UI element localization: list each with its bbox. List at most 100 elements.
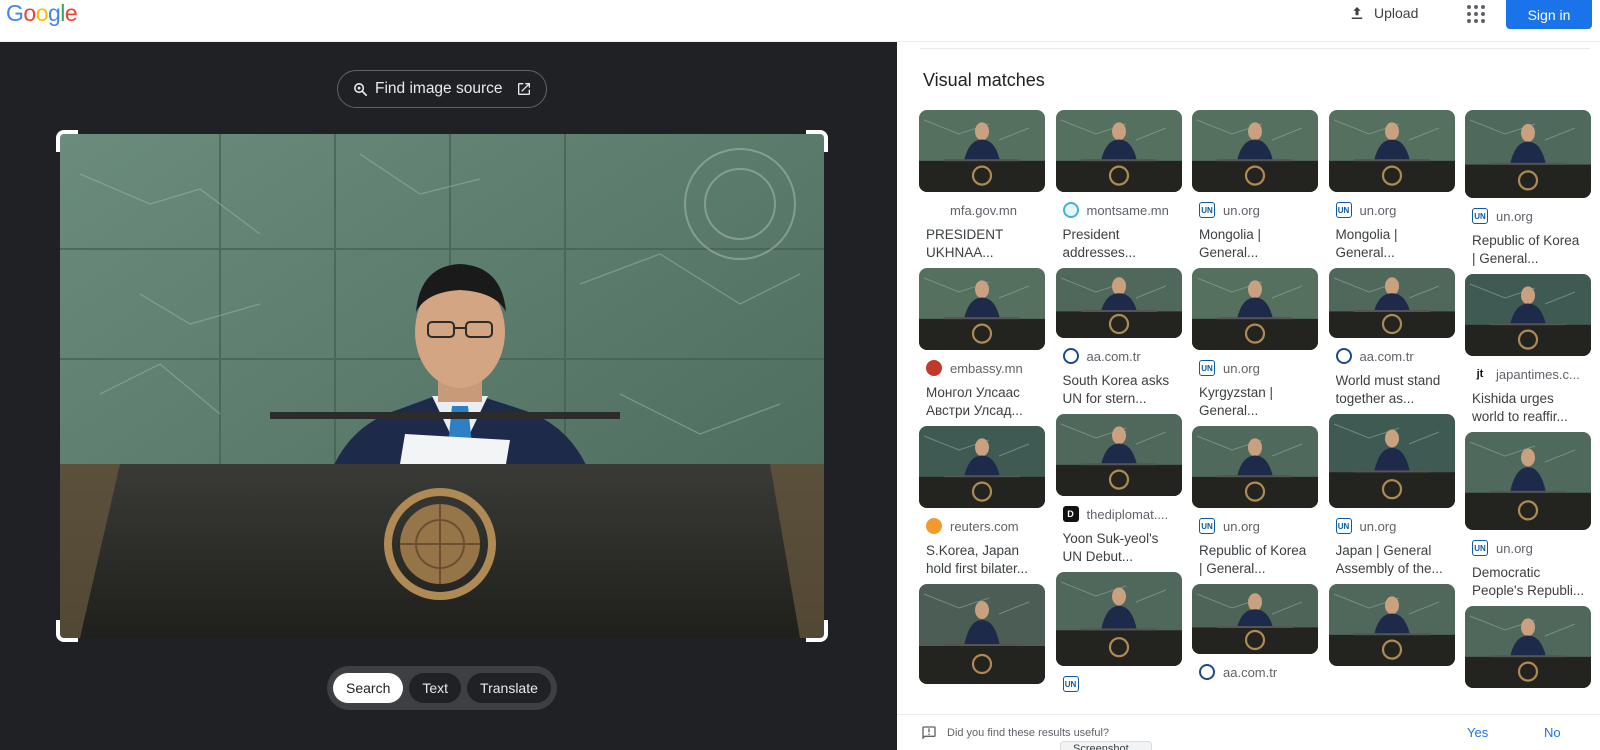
feedback-yes-link[interactable]: Yes — [1467, 725, 1488, 740]
un-favicon-icon: UN — [1472, 208, 1488, 224]
visual-match-card[interactable]: aa.com.tr South Korea asks UN for stern..… — [1055, 268, 1182, 408]
match-source-domain: montsame.mn — [1086, 202, 1169, 218]
match-thumbnail[interactable] — [1328, 414, 1455, 508]
visual-match-card[interactable] — [919, 584, 1045, 684]
visual-match-card[interactable]: UN un.org Republic of Korea | General... — [1465, 110, 1591, 268]
thediplomat-favicon-icon: D — [1062, 506, 1079, 522]
google-logo[interactable]: Google — [6, 0, 78, 26]
match-title[interactable]: Yoon Suk-yeol's UN Debut... — [1063, 530, 1176, 566]
match-source-domain: un.org — [1223, 518, 1260, 534]
match-thumbnail[interactable] — [1192, 110, 1318, 192]
match-title[interactable]: Mongolia | General... — [1336, 226, 1449, 262]
match-title[interactable]: South Korea asks UN for stern... — [1063, 372, 1176, 408]
match-thumbnail[interactable] — [1465, 110, 1591, 198]
crop-corner-bottom-left[interactable] — [56, 620, 78, 642]
match-thumbnail[interactable] — [1192, 584, 1318, 654]
upload-button[interactable]: Upload — [1340, 0, 1426, 26]
match-title[interactable]: Kyrgyzstan | General... — [1199, 384, 1312, 420]
mfa-favicon-icon — [926, 202, 942, 218]
match-thumbnail[interactable] — [1055, 572, 1182, 666]
crop-corner-top-left[interactable] — [56, 130, 78, 152]
lens-mode-switcher: Search Text Translate — [327, 666, 557, 710]
match-source: UN — [1062, 676, 1181, 692]
match-source: UN un.org — [1472, 540, 1590, 556]
match-thumbnail[interactable] — [1055, 268, 1182, 338]
visual-match-card[interactable] — [1465, 606, 1591, 688]
match-title[interactable]: Mongolia | General... — [1199, 226, 1312, 262]
match-thumbnail[interactable] — [919, 584, 1045, 684]
match-thumbnail[interactable] — [1055, 414, 1182, 496]
match-title[interactable]: Монгол Улсаас Австри Улсад... — [926, 384, 1039, 420]
match-source: aa.com.tr — [1062, 348, 1181, 364]
find-image-source-button[interactable]: Find image source — [337, 70, 547, 108]
match-title[interactable]: World must stand together as... — [1336, 372, 1449, 408]
un-favicon-icon: UN — [1335, 518, 1352, 534]
match-thumbnail[interactable] — [919, 268, 1045, 350]
match-title[interactable]: President addresses... — [1063, 226, 1176, 262]
mode-translate-button[interactable]: Translate — [467, 673, 551, 703]
match-title[interactable]: Republic of Korea | General... — [1199, 542, 1312, 578]
visual-match-card[interactable]: UN un.org Mongolia | General... — [1192, 110, 1318, 262]
feedback-no-link[interactable]: No — [1544, 725, 1561, 740]
visual-match-card[interactable]: UN un.org Democratic People's Republi... — [1465, 432, 1591, 600]
visual-match-card[interactable]: embassy.mn Монгол Улсаас Австри Улсад... — [919, 268, 1045, 420]
lens-image-panel: Find image source Search Text Translate — [0, 42, 897, 750]
match-source-domain: un.org — [1496, 540, 1533, 556]
logo-letter: G — [6, 0, 24, 26]
match-thumbnail[interactable] — [1328, 268, 1455, 338]
visual-match-card[interactable]: UN un.org Japan | General Assembly of the.… — [1328, 414, 1455, 578]
feedback-icon — [922, 725, 936, 740]
visual-match-card[interactable]: UN — [1055, 572, 1182, 692]
visual-match-card[interactable]: montsame.mn President addresses... — [1055, 110, 1182, 262]
match-source: UN un.org — [1199, 518, 1317, 534]
match-thumbnail[interactable] — [919, 110, 1045, 192]
match-title[interactable]: Democratic People's Republi... — [1472, 564, 1585, 600]
match-thumbnail[interactable] — [1465, 432, 1591, 530]
match-thumbnail[interactable] — [1192, 268, 1318, 350]
screenshot-chip[interactable]: Screenshot — [1060, 741, 1152, 750]
match-thumbnail[interactable] — [919, 426, 1045, 508]
match-thumbnail[interactable] — [1328, 584, 1455, 666]
apps-grid-icon[interactable] — [1464, 2, 1488, 26]
visual-match-card[interactable]: UN un.org Republic of Korea | General... — [1192, 426, 1318, 578]
visual-match-card[interactable]: UN un.org Kyrgyzstan | General... — [1192, 268, 1318, 420]
crop-corner-bottom-right[interactable] — [806, 620, 828, 642]
crop-corner-top-right[interactable] — [806, 130, 828, 152]
match-source-domain: japantimes.c... — [1496, 366, 1580, 382]
match-title[interactable]: Japan | General Assembly of the... — [1336, 542, 1449, 578]
match-title[interactable]: PRESIDENT UKHNAA... — [926, 226, 1039, 262]
mode-text-button[interactable]: Text — [409, 673, 462, 703]
match-thumbnail[interactable] — [1328, 110, 1455, 192]
match-source: embassy.mn — [926, 360, 1044, 376]
visual-match-card[interactable]: aa.com.tr — [1192, 584, 1318, 680]
aa-favicon-icon — [1062, 348, 1079, 364]
selected-image-area[interactable] — [56, 130, 828, 642]
match-thumbnail[interactable] — [1192, 426, 1318, 508]
visual-match-card[interactable]: mfa.gov.mn PRESIDENT UKHNAA... — [919, 110, 1045, 262]
sign-in-button[interactable]: Sign in — [1506, 0, 1592, 29]
visual-match-card[interactable]: jt japantimes.c... Kishida urges world to … — [1465, 274, 1591, 426]
mode-search-button[interactable]: Search — [333, 673, 404, 703]
visual-match-card[interactable]: UN un.org Mongolia | General... — [1328, 110, 1455, 262]
match-title[interactable]: Kishida urges world to reaffir... — [1472, 390, 1585, 426]
visual-match-card[interactable]: Dthediplomat.... Yoon Suk-yeol's UN Debut… — [1055, 414, 1182, 566]
match-thumbnail[interactable] — [1465, 274, 1591, 356]
visual-match-card[interactable]: reuters.com S.Korea, Japan hold first bil… — [919, 426, 1045, 578]
results-column: UN un.org Mongolia | General... aa.com.tr Wo… — [1328, 110, 1455, 672]
logo-letter: g — [47, 0, 61, 26]
match-source: UN un.org — [1472, 208, 1590, 224]
match-thumbnail[interactable] — [1465, 606, 1591, 688]
visual-match-card[interactable] — [1328, 584, 1455, 666]
match-title[interactable]: Republic of Korea | General... — [1472, 232, 1585, 268]
match-source-domain: un.org — [1223, 202, 1260, 218]
match-title[interactable]: S.Korea, Japan hold first bilater... — [926, 542, 1039, 578]
feedback-question: Did you find these results useful? — [947, 726, 1110, 739]
visual-match-card[interactable]: aa.com.tr World must stand together as... — [1328, 268, 1455, 408]
results-column: UN un.org Mongolia | General... UN un.org Kyr… — [1192, 110, 1318, 686]
match-source-domain: un.org — [1496, 208, 1533, 224]
match-thumbnail[interactable] — [1055, 110, 1182, 192]
montsame-favicon-icon — [1062, 202, 1079, 218]
match-source: jt japantimes.c... — [1472, 366, 1590, 382]
results-column: montsame.mn President addresses... aa.com.… — [1055, 110, 1182, 698]
match-source: aa.com.tr — [1335, 348, 1454, 364]
